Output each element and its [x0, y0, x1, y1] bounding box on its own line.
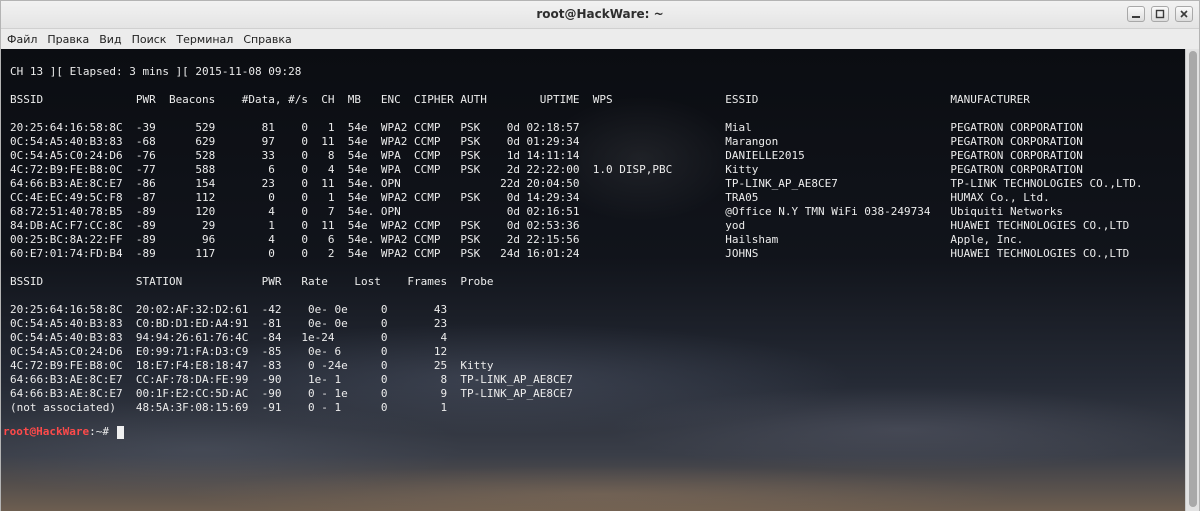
- title-bar[interactable]: root@HackWare: ~: [1, 1, 1199, 29]
- menu-file[interactable]: Файл: [7, 33, 37, 46]
- scrollbar-thumb[interactable]: [1189, 51, 1197, 507]
- close-icon: [1180, 10, 1188, 18]
- shell-prompt: root@HackWare:~#: [3, 425, 124, 439]
- terminal-line: 84:DB:AC:F7:CC:8C -89 29 1 0 11 54e WPA2…: [10, 219, 1130, 232]
- terminal-line: BSSID STATION PWR Rate Lost Frames Probe: [10, 275, 494, 288]
- terminal-line: 4C:72:B9:FE:B8:0C 18:E7:F4:E8:18:47 -83 …: [10, 359, 494, 372]
- terminal-line: BSSID PWR Beacons #Data, #/s CH MB ENC C…: [10, 93, 1030, 106]
- terminal-line: (not associated) 48:5A:3F:08:15:69 -91 0…: [10, 401, 448, 414]
- menu-search[interactable]: Поиск: [132, 33, 167, 46]
- terminal-line: 00:25:BC:8A:22:FF -89 96 4 0 6 54e. WPA2…: [10, 233, 1024, 246]
- terminal-line: 4C:72:B9:FE:B8:0C -77 588 6 0 4 54e WPA …: [10, 163, 1083, 176]
- prompt-path: :~#: [89, 425, 116, 438]
- terminal-line: 20:25:64:16:58:8C -39 529 81 0 1 54e WPA…: [10, 121, 1083, 134]
- close-button[interactable]: [1175, 6, 1193, 22]
- vertical-scrollbar[interactable]: [1185, 49, 1199, 511]
- terminal-line: 64:66:B3:AE:8C:E7 -86 154 23 0 11 54e. O…: [10, 177, 1143, 190]
- terminal-window: root@HackWare: ~ Файл Правка Вид Поиск Т…: [0, 0, 1200, 511]
- menu-help[interactable]: Справка: [243, 33, 291, 46]
- prompt-user-host: root@HackWare: [3, 425, 90, 438]
- terminal-line: 0C:54:A5:40:B3:83 94:94:26:61:76:4C -84 …: [10, 331, 448, 344]
- terminal-line: 64:66:B3:AE:8C:E7 00:1F:E2:CC:5D:AC -90 …: [10, 387, 573, 400]
- terminal-line: CH 13 ][ Elapsed: 3 mins ][ 2015-11-08 0…: [10, 65, 302, 78]
- terminal-line: 0C:54:A5:40:B3:83 -68 629 97 0 11 54e WP…: [10, 135, 1083, 148]
- terminal-line: 0C:54:A5:C0:24:D6 E0:99:71:FA:D3:C9 -85 …: [10, 345, 448, 358]
- terminal-line: 0C:54:A5:40:B3:83 C0:BD:D1:ED:A4:91 -81 …: [10, 317, 448, 330]
- terminal-line: 0C:54:A5:C0:24:D6 -76 528 33 0 8 54e WPA…: [10, 149, 1083, 162]
- terminal-line: 20:25:64:16:58:8C 20:02:AF:32:D2:61 -42 …: [10, 303, 448, 316]
- terminal-line: 60:E7:01:74:FD:B4 -89 117 0 0 2 54e WPA2…: [10, 247, 1130, 260]
- terminal-output-area[interactable]: CH 13 ][ Elapsed: 3 mins ][ 2015-11-08 0…: [1, 49, 1185, 511]
- window-controls: [1127, 6, 1193, 22]
- terminal-line: CC:4E:EC:49:5C:F8 -87 112 0 0 1 54e WPA2…: [10, 191, 1050, 204]
- menu-view[interactable]: Вид: [99, 33, 121, 46]
- window-title: root@HackWare: ~: [536, 7, 664, 21]
- minimize-icon: [1132, 16, 1140, 18]
- menu-edit[interactable]: Правка: [47, 33, 89, 46]
- text-cursor: [116, 425, 124, 439]
- maximize-button[interactable]: [1151, 6, 1169, 22]
- terminal-line: 68:72:51:40:78:B5 -89 120 4 0 7 54e. OPN…: [10, 205, 1063, 218]
- airodump-output: CH 13 ][ Elapsed: 3 mins ][ 2015-11-08 0…: [10, 65, 1142, 415]
- menu-bar: Файл Правка Вид Поиск Терминал Справка: [1, 29, 1199, 49]
- menu-terminal[interactable]: Терминал: [176, 33, 233, 46]
- minimize-button[interactable]: [1127, 6, 1145, 22]
- terminal-line: 64:66:B3:AE:8C:E7 CC:AF:78:DA:FE:99 -90 …: [10, 373, 573, 386]
- maximize-icon: [1155, 9, 1165, 19]
